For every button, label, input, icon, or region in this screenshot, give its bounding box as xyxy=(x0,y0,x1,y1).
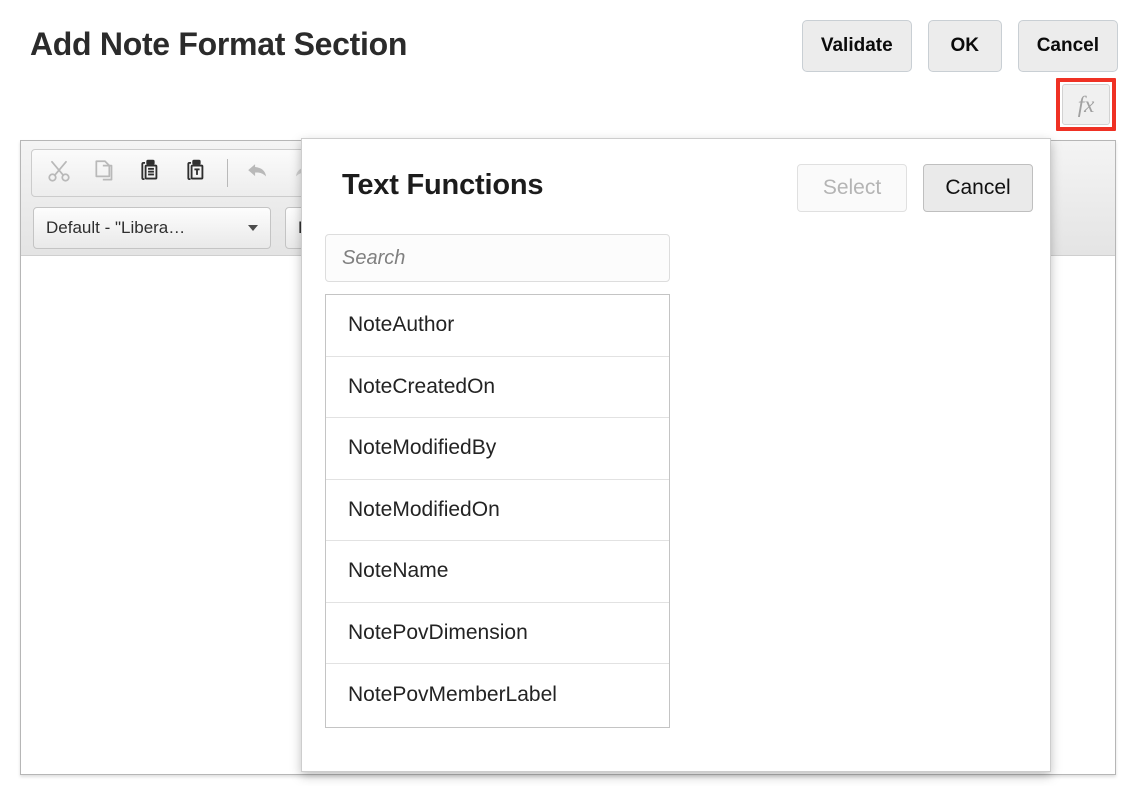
select-button[interactable]: Select xyxy=(797,164,907,212)
formula-fx-button[interactable]: fx xyxy=(1062,84,1110,125)
font-family-value: Default - "Libera… xyxy=(46,218,185,238)
text-functions-dialog: Text Functions Select Cancel NoteAuthor … xyxy=(301,138,1051,772)
toolbar-divider xyxy=(227,159,228,187)
copy-button[interactable] xyxy=(82,151,128,195)
function-list[interactable]: NoteAuthor NoteCreatedOn NoteModifiedBy … xyxy=(325,294,670,728)
page-title: Add Note Format Section xyxy=(30,26,407,63)
chevron-down-icon xyxy=(248,225,258,231)
list-item[interactable]: NoteAuthor xyxy=(326,295,669,357)
dialog-action-group: Select Cancel xyxy=(797,164,1033,212)
list-item[interactable]: NoteModifiedBy xyxy=(326,418,669,480)
clipboard-toolbar-group xyxy=(31,149,332,197)
app-root: Add Note Format Section Validate OK Canc… xyxy=(0,0,1136,786)
cut-button[interactable] xyxy=(36,151,82,195)
cut-icon xyxy=(46,158,72,189)
list-item[interactable]: NoteModifiedOn xyxy=(326,480,669,542)
copy-icon xyxy=(92,158,118,189)
ok-button[interactable]: OK xyxy=(928,20,1002,72)
validate-button[interactable]: Validate xyxy=(802,20,912,72)
header-button-group: Validate OK Cancel xyxy=(802,20,1118,72)
search-input[interactable] xyxy=(325,234,670,282)
list-item[interactable]: NoteName xyxy=(326,541,669,603)
font-family-dropdown[interactable]: Default - "Libera… xyxy=(33,207,271,249)
list-item[interactable]: NoteCreatedOn xyxy=(326,357,669,419)
undo-button[interactable] xyxy=(235,151,281,195)
cancel-button[interactable]: Cancel xyxy=(1018,20,1118,72)
paste-as-text-button[interactable] xyxy=(174,151,220,195)
paste-icon xyxy=(138,158,164,189)
dialog-cancel-button[interactable]: Cancel xyxy=(923,164,1033,212)
dialog-title: Text Functions xyxy=(342,169,543,202)
paste-as-text-icon xyxy=(184,158,210,189)
arrow-undo-icon xyxy=(244,157,272,190)
paste-button[interactable] xyxy=(128,151,174,195)
list-item[interactable]: NotePovDimension xyxy=(326,603,669,665)
list-item[interactable]: NotePovMemberLabel xyxy=(326,664,669,726)
